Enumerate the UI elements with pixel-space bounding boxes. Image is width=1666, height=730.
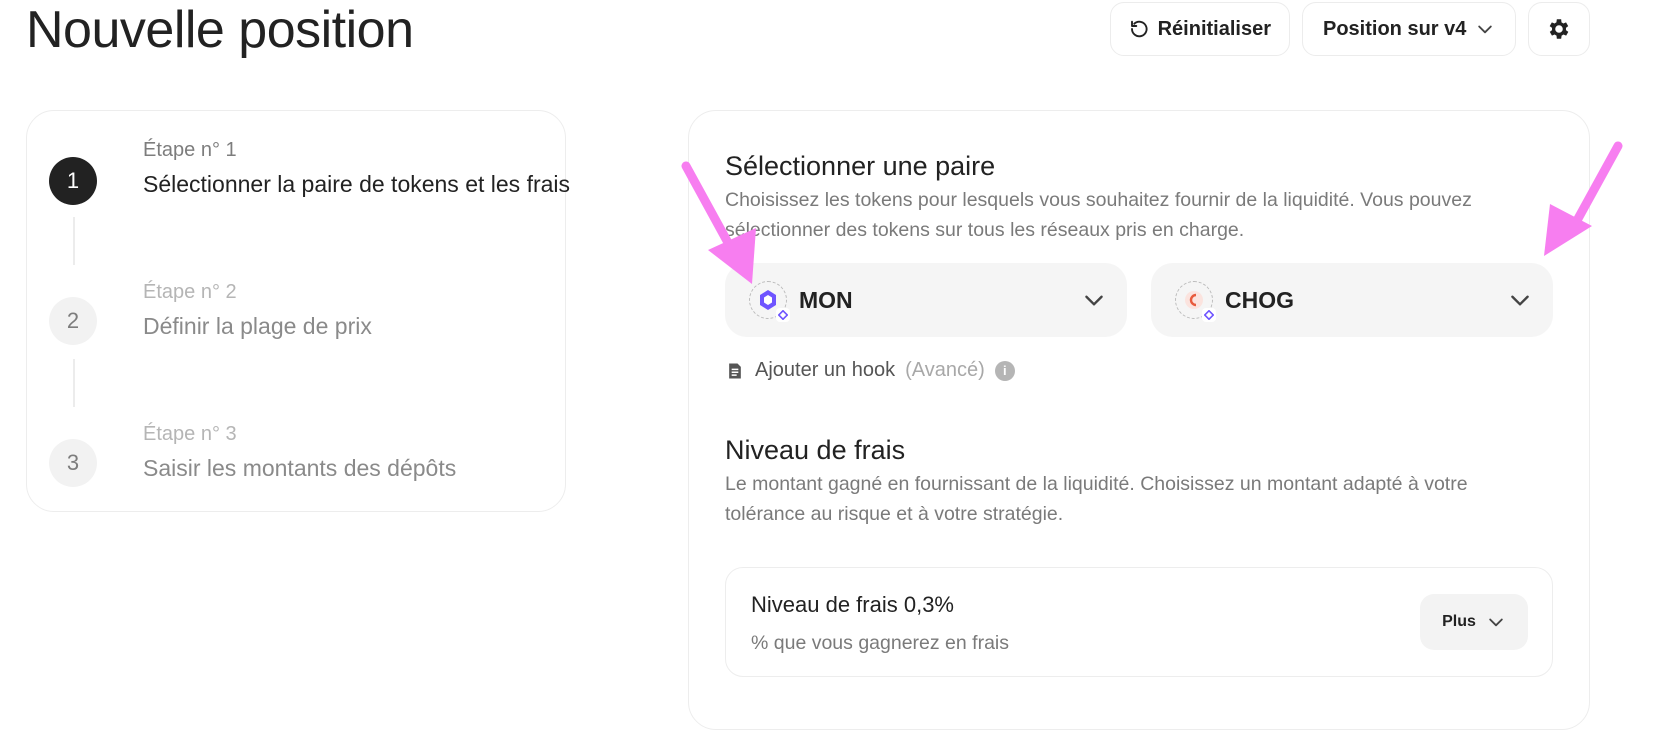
token-a-select[interactable]: MON [725, 263, 1127, 337]
step-1-number: 1 [49, 157, 97, 205]
chog-token-icon [1175, 281, 1216, 322]
chain-badge-icon [776, 308, 790, 322]
steps-card: 1 Étape n° 1 Sélectionner la paire de to… [26, 110, 570, 512]
fee-tier-box: Niveau de frais 0,3% % que vous gagnerez… [725, 567, 1553, 677]
settings-button[interactable] [1528, 2, 1590, 56]
gear-icon [1549, 19, 1569, 39]
top-actions: Réinitialiser Position sur v4 [1110, 2, 1590, 56]
step-3-number: 3 [49, 439, 97, 487]
add-hook-label: Ajouter un hook [755, 359, 896, 381]
token-b-symbol: CHOG [1225, 286, 1294, 313]
step-2-number: 2 [49, 297, 97, 345]
more-label: Plus [1442, 613, 1476, 630]
chain-badge-icon [1202, 308, 1216, 322]
step-3-label: Saisir les montants des dépôts [143, 455, 457, 481]
step-connector [73, 217, 75, 265]
mon-token-icon [749, 281, 790, 322]
reset-icon [1131, 20, 1148, 38]
fee-tier-subtitle: % que vous gagnerez en frais [751, 632, 1009, 654]
step-2-caption: Étape n° 2 [143, 281, 237, 303]
chevron-down-icon [1489, 618, 1503, 627]
step-1-label: Sélectionner la paire de tokens et les f… [143, 171, 571, 197]
fee-section-title: Niveau de frais [725, 435, 906, 465]
version-label: Position sur v4 [1323, 17, 1467, 40]
chevron-down-icon [1085, 295, 1103, 306]
step-2-label: Définir la plage de prix [143, 313, 372, 339]
add-hook-link[interactable]: Ajouter un hook (Avancé) i [725, 359, 1015, 382]
chevron-down-icon [1478, 25, 1492, 34]
token-a-symbol: MON [799, 286, 853, 313]
pair-section-description: Choisissez les tokens pour lesquels vous… [725, 189, 1472, 241]
reset-label: Réinitialiser [1157, 17, 1271, 40]
step-connector [73, 359, 75, 407]
step-3-caption: Étape n° 3 [143, 423, 237, 445]
reset-button[interactable]: Réinitialiser [1110, 2, 1290, 56]
fee-tier-label: Niveau de frais 0,3% [751, 592, 954, 617]
more-fee-tiers-button[interactable]: Plus [1420, 594, 1528, 650]
hook-advanced-label: (Avancé) [905, 359, 985, 381]
token-b-select[interactable]: CHOG [1151, 263, 1553, 337]
fee-section-description: Le montant gagné en fournissant de la li… [725, 473, 1468, 525]
page-title: Nouvelle position [26, 1, 414, 59]
info-icon[interactable]: i [994, 360, 1015, 381]
chevron-down-icon [1511, 295, 1529, 306]
pair-section-title: Sélectionner une paire [725, 151, 996, 181]
document-icon [729, 363, 741, 378]
pair-card: Sélectionner une paire Choisissez les to… [688, 110, 1590, 730]
step-1-caption: Étape n° 1 [143, 139, 237, 161]
version-select[interactable]: Position sur v4 [1302, 2, 1516, 56]
